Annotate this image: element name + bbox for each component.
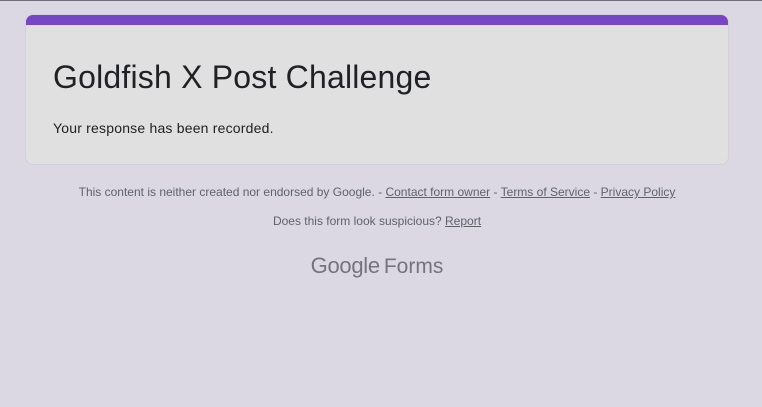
report-link[interactable]: Report <box>445 214 481 228</box>
separator: - <box>590 185 601 199</box>
google-wordmark: Google <box>310 253 380 278</box>
terms-of-service-link[interactable]: Terms of Service <box>501 185 590 199</box>
contact-form-owner-link[interactable]: Contact form owner <box>385 185 490 199</box>
confirmation-card: Goldfish X Post Challenge Your response … <box>25 14 729 165</box>
forms-wordmark: Forms <box>383 255 444 278</box>
report-line: Does this form look suspicious? Report <box>0 212 754 230</box>
card-accent-bar <box>26 15 728 25</box>
confirmation-message: Your response has been recorded. <box>53 120 274 136</box>
disclaimer-text: This content is neither created nor endo… <box>78 185 386 199</box>
form-title: Goldfish X Post Challenge <box>53 59 432 95</box>
separator: - <box>490 185 501 199</box>
privacy-policy-link[interactable]: Privacy Policy <box>601 185 676 199</box>
window-top-border <box>0 0 762 1</box>
suspicious-text: Does this form look suspicious? <box>272 214 446 228</box>
google-forms-logo[interactable]: Google Forms <box>0 252 754 281</box>
footer-disclaimer: This content is neither created nor endo… <box>0 183 754 201</box>
